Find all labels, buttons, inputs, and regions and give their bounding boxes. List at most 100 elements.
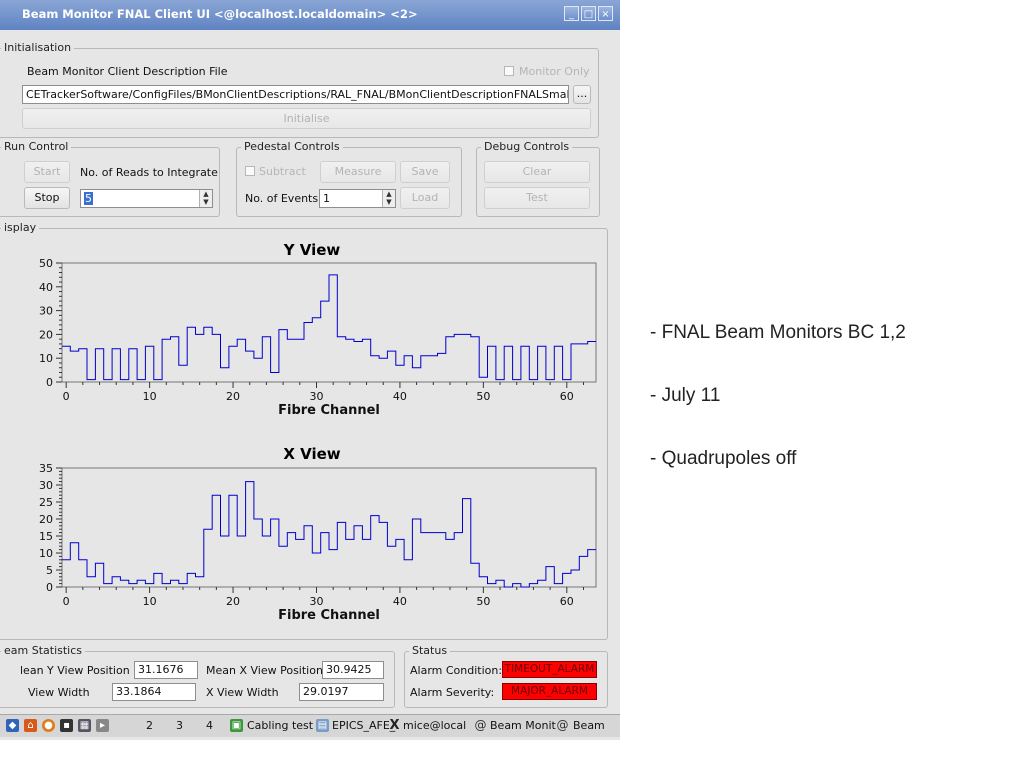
plot-frame	[61, 467, 597, 588]
mean-y-position-value: 31.1676	[134, 661, 198, 679]
x-tick-label: 10	[143, 390, 157, 403]
monitor-only-checkbox[interactable]	[504, 66, 514, 76]
beam-monitor-task-icon: @	[474, 718, 487, 732]
x-view-width-value: 29.0197	[299, 683, 384, 701]
minimize-button[interactable]: _	[564, 6, 579, 21]
y-tick-label: 25	[39, 496, 53, 509]
x-tick-label: 30	[309, 595, 323, 608]
terminal-icon[interactable]: ▪	[60, 719, 73, 732]
alarm-severity-label: Alarm Severity:	[410, 686, 495, 699]
alarm-severity-value: MAJOR_ALARM	[502, 683, 597, 700]
x-terminal-icon: X	[389, 718, 400, 733]
debug-controls-title: Debug Controls	[481, 140, 573, 153]
workspace-icon[interactable]: ▦	[78, 719, 91, 732]
status-title: Status	[409, 644, 451, 657]
clear-button[interactable]: Clear	[484, 161, 590, 183]
x-axis-label: Fibre Channel	[278, 608, 380, 623]
desktop-3[interactable]: 3	[176, 718, 183, 734]
y-tick-label: 5	[46, 564, 53, 577]
y-tick-label: 30	[39, 305, 53, 318]
title-bar[interactable]: Beam Monitor FNAL Client UI <@localhost.…	[0, 0, 620, 30]
browser-icon[interactable]: ●	[42, 719, 55, 732]
desktop-4[interactable]: 4	[206, 718, 213, 734]
mean-y-position-label: lean Y View Position	[20, 664, 130, 677]
note-beam-monitors: - FNAL Beam Monitors BC 1,2	[650, 322, 906, 343]
y-view-title: Y View	[283, 241, 341, 259]
task-beam-monitor-1[interactable]: Beam Monit	[490, 718, 556, 734]
y-tick-label: 20	[39, 328, 53, 341]
y-view-plot: 010203040500 10 20 30 40 50 60Fibre ChannelCou…	[9, 257, 597, 418]
note-quadrupoles: - Quadrupoles off	[650, 448, 797, 469]
close-button[interactable]: ×	[598, 6, 613, 21]
mean-x-position-value: 30.9425	[322, 661, 384, 679]
pedestal-controls-title: Pedestal Controls	[241, 140, 343, 153]
alarm-condition-value: TIMEOUT_ALARM	[502, 661, 597, 678]
x-tick-label: 0	[63, 390, 70, 403]
stop-button[interactable]: Stop	[24, 187, 70, 209]
beam-statistics-title: eam Statistics	[1, 644, 86, 657]
desktop-2[interactable]: 2	[146, 718, 153, 734]
test-button[interactable]: Test	[484, 187, 590, 209]
load-button[interactable]: Load	[400, 187, 450, 209]
reads-to-integrate-value: 5	[84, 192, 93, 205]
events-spin-arrows[interactable]: ▲ ▼	[382, 190, 395, 207]
y-tick-label: 15	[39, 530, 53, 543]
save-button[interactable]: Save	[400, 161, 450, 183]
maximize-button[interactable]: □	[581, 6, 596, 21]
y-tick-label: 10	[39, 352, 53, 365]
y-tick-label: 40	[39, 281, 53, 294]
beam-monitor-window: Beam Monitor FNAL Client UI <@localhost.…	[0, 0, 620, 740]
monitor-only-label: Monitor Only	[519, 65, 590, 78]
description-file-input[interactable]: CETrackerSoftware/ConfigFiles/BMonClient…	[22, 85, 569, 104]
x-view-plot: 0 5 10 15 20 25 30 35 0 10 20 30 40 50 60 Fibre Channel…	[9, 462, 597, 623]
initialisation-title: Initialisation	[1, 41, 75, 54]
taskbar: ◆ ⌂ ● ▪ ▦ ▸ 2 3 4 ▣ Cabling test ▤ EPICS…	[0, 714, 620, 737]
x-tick-label: 60	[560, 390, 574, 403]
y-view-chart: Y View 0 10 20 30 40 50 0 10 20 30 40 50 60 Fibre Cha…	[9, 238, 602, 434]
y-axis-label: Counts	[22, 297, 24, 348]
note-date: - July 11	[650, 385, 721, 406]
task-cabling-test[interactable]: Cabling test	[247, 718, 313, 734]
y-view-width-value: 33.1864	[112, 683, 196, 701]
workspace-arrow-icon[interactable]: ▸	[96, 719, 109, 732]
mean-x-position-label: Mean X View Position	[206, 664, 323, 677]
task-mice-terminal[interactable]: mice@local	[403, 718, 466, 734]
x-tick-label: 20	[226, 595, 240, 608]
x-tick-label: 60	[560, 595, 574, 608]
task-beam-monitor-2[interactable]: Beam	[573, 718, 605, 734]
x-tick-label: 50	[476, 390, 490, 403]
window-title: Beam Monitor FNAL Client UI <@localhost.…	[22, 7, 418, 21]
x-tick-label: 40	[393, 595, 407, 608]
epics-afe-icon: ▤	[316, 719, 329, 732]
y-tick-label: 0	[46, 376, 53, 389]
start-button[interactable]: Start	[24, 161, 70, 183]
home-icon[interactable]: ⌂	[24, 719, 37, 732]
x-tick-label: 30	[309, 390, 323, 403]
y-tick-label: 30	[39, 479, 53, 492]
y-tick-label: 0	[46, 581, 53, 594]
x-axis-label: Fibre Channel	[278, 403, 380, 418]
y-view-width-label: View Width	[28, 686, 90, 699]
x-view-chart: X View 0 5 10 15 20 25 30 35 0 10 20 30 40 50 60 Fibre …	[9, 443, 602, 639]
beam-monitor-task-icon-2: @	[556, 718, 569, 732]
y-axis-label: Counts	[22, 502, 24, 553]
start-menu-icon[interactable]: ◆	[6, 719, 19, 732]
y-tick-label: 10	[39, 547, 53, 560]
x-tick-label: 40	[393, 390, 407, 403]
events-value: 1	[323, 192, 330, 205]
reads-spin-arrows[interactable]: ▲ ▼	[199, 190, 212, 207]
subtract-label: Subtract	[259, 165, 306, 178]
measure-button[interactable]: Measure	[320, 161, 396, 183]
x-tick-label: 20	[226, 390, 240, 403]
task-epics-afe[interactable]: EPICS_AFE_	[332, 718, 395, 734]
browse-button[interactable]: ...	[573, 85, 591, 104]
subtract-checkbox[interactable]	[245, 166, 255, 176]
x-view-title: X View	[283, 445, 341, 463]
x-view-width-label: X View Width	[206, 686, 279, 699]
x-tick-label: 50	[476, 595, 490, 608]
initialise-button[interactable]: Initialise	[22, 108, 591, 129]
cabling-test-icon: ▣	[230, 719, 243, 732]
reads-to-integrate-spinbox[interactable]: 5 ▲ ▼	[80, 189, 213, 208]
events-spinbox[interactable]: 1 ▲ ▼	[319, 189, 396, 208]
x-tick-label: 0	[63, 595, 70, 608]
